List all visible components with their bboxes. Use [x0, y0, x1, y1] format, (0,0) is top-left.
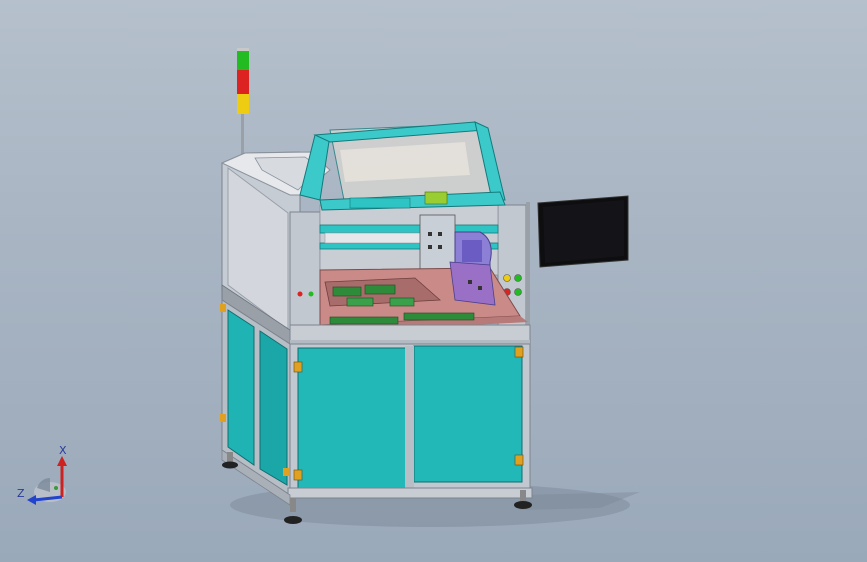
cad-viewport[interactable]: X Z [0, 0, 867, 562]
triad-x-label: X [59, 444, 67, 457]
orientation-triad[interactable] [0, 0, 867, 562]
triad-z-label: Z [17, 487, 25, 500]
